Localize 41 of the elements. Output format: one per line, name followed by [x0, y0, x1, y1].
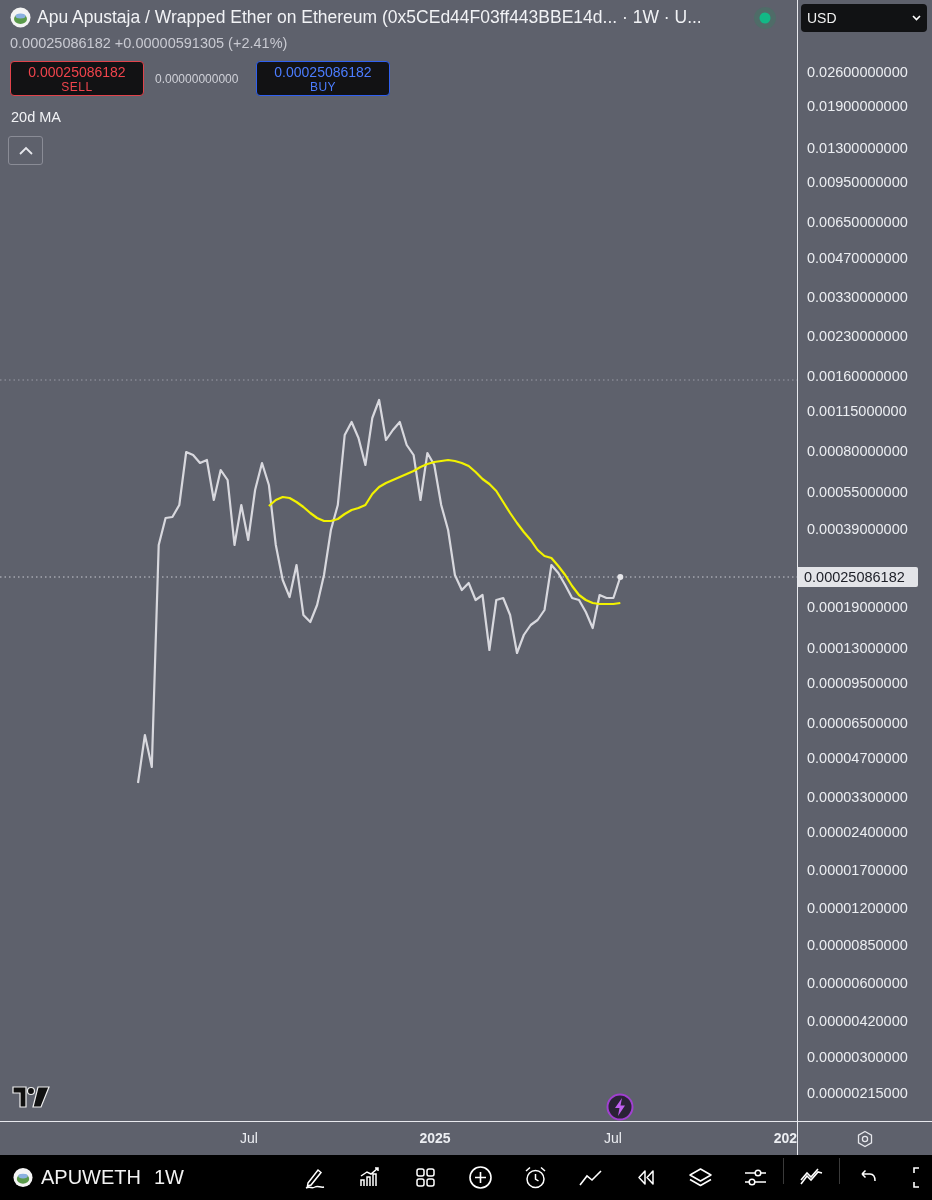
price-change: 0.00025086182 +0.00000591305 (+2.41%)	[10, 35, 288, 51]
sell-button[interactable]: 0.00025086182 SELL	[10, 61, 144, 96]
price-scale-label: 0.00330000000	[807, 288, 908, 306]
price-scale-label: 0.00000300000	[807, 1048, 908, 1066]
price-scale-label: 0.00013000000	[807, 639, 908, 657]
price-scale-label: 0.00000600000	[807, 974, 908, 992]
price-scale-label: 0.00230000000	[807, 327, 908, 345]
price-scale-label: 0.00115000000	[807, 402, 907, 420]
price-scale-label: 0.00000850000	[807, 936, 908, 954]
indicator-label: 20d MA	[11, 109, 61, 125]
price-scale-label: 0.02600000000	[807, 63, 908, 81]
price-scale-label: 0.00001700000	[807, 861, 908, 879]
spread-value: 0.00000000000	[155, 72, 239, 86]
price-scale-label: 0.00080000000	[807, 442, 908, 460]
price-scale-label: 0.01900000000	[807, 97, 908, 115]
price-scale-label: 0.01300000000	[807, 139, 908, 157]
price-scale-label: 0.00006500000	[807, 714, 908, 732]
currency-dropdown[interactable]: USD	[801, 4, 927, 32]
time-scale-label: 202	[773, 1130, 797, 1146]
price-scale-label: 0.00000215000	[807, 1084, 908, 1102]
price-scale-label: 0.00019000000	[807, 598, 908, 616]
price-scale-label: 0.00950000000	[807, 173, 908, 191]
time-scale-label: Jul	[604, 1130, 622, 1146]
price-scale-label: 0.00000420000	[807, 1012, 908, 1030]
symbol-button[interactable]: APUWETH	[13, 1166, 141, 1189]
price-scale-label: 0.00001200000	[807, 899, 908, 917]
price-scale-label: 0.00009500000	[807, 674, 908, 692]
price-scale-label: 0.00160000000	[807, 367, 908, 385]
last-price-label: 0.00025086182	[798, 567, 918, 587]
time-scale-label: 2025	[419, 1130, 451, 1146]
time-scale-label: Jul	[240, 1130, 258, 1146]
price-scale-label: 0.00055000000	[807, 483, 908, 501]
chart-title: Apu Apustaja / Wrapped Ether on Ethereum (0x5CEd44F03ff443BBE14d... · 1W · U...	[37, 7, 702, 28]
price-scale-label: 0.00003300000	[807, 788, 908, 806]
buy-button[interactable]: 0.00025086182 BUY	[256, 61, 390, 96]
price-scale-label: 0.00004700000	[807, 749, 908, 767]
price-scale-label: 0.00470000000	[807, 249, 908, 267]
price-scale-label: 0.00039000000	[807, 520, 908, 538]
price-scale-label: 0.00002400000	[807, 823, 908, 841]
interval-button[interactable]: 1W	[154, 1166, 184, 1189]
price-scale-label: 0.00650000000	[807, 213, 908, 231]
